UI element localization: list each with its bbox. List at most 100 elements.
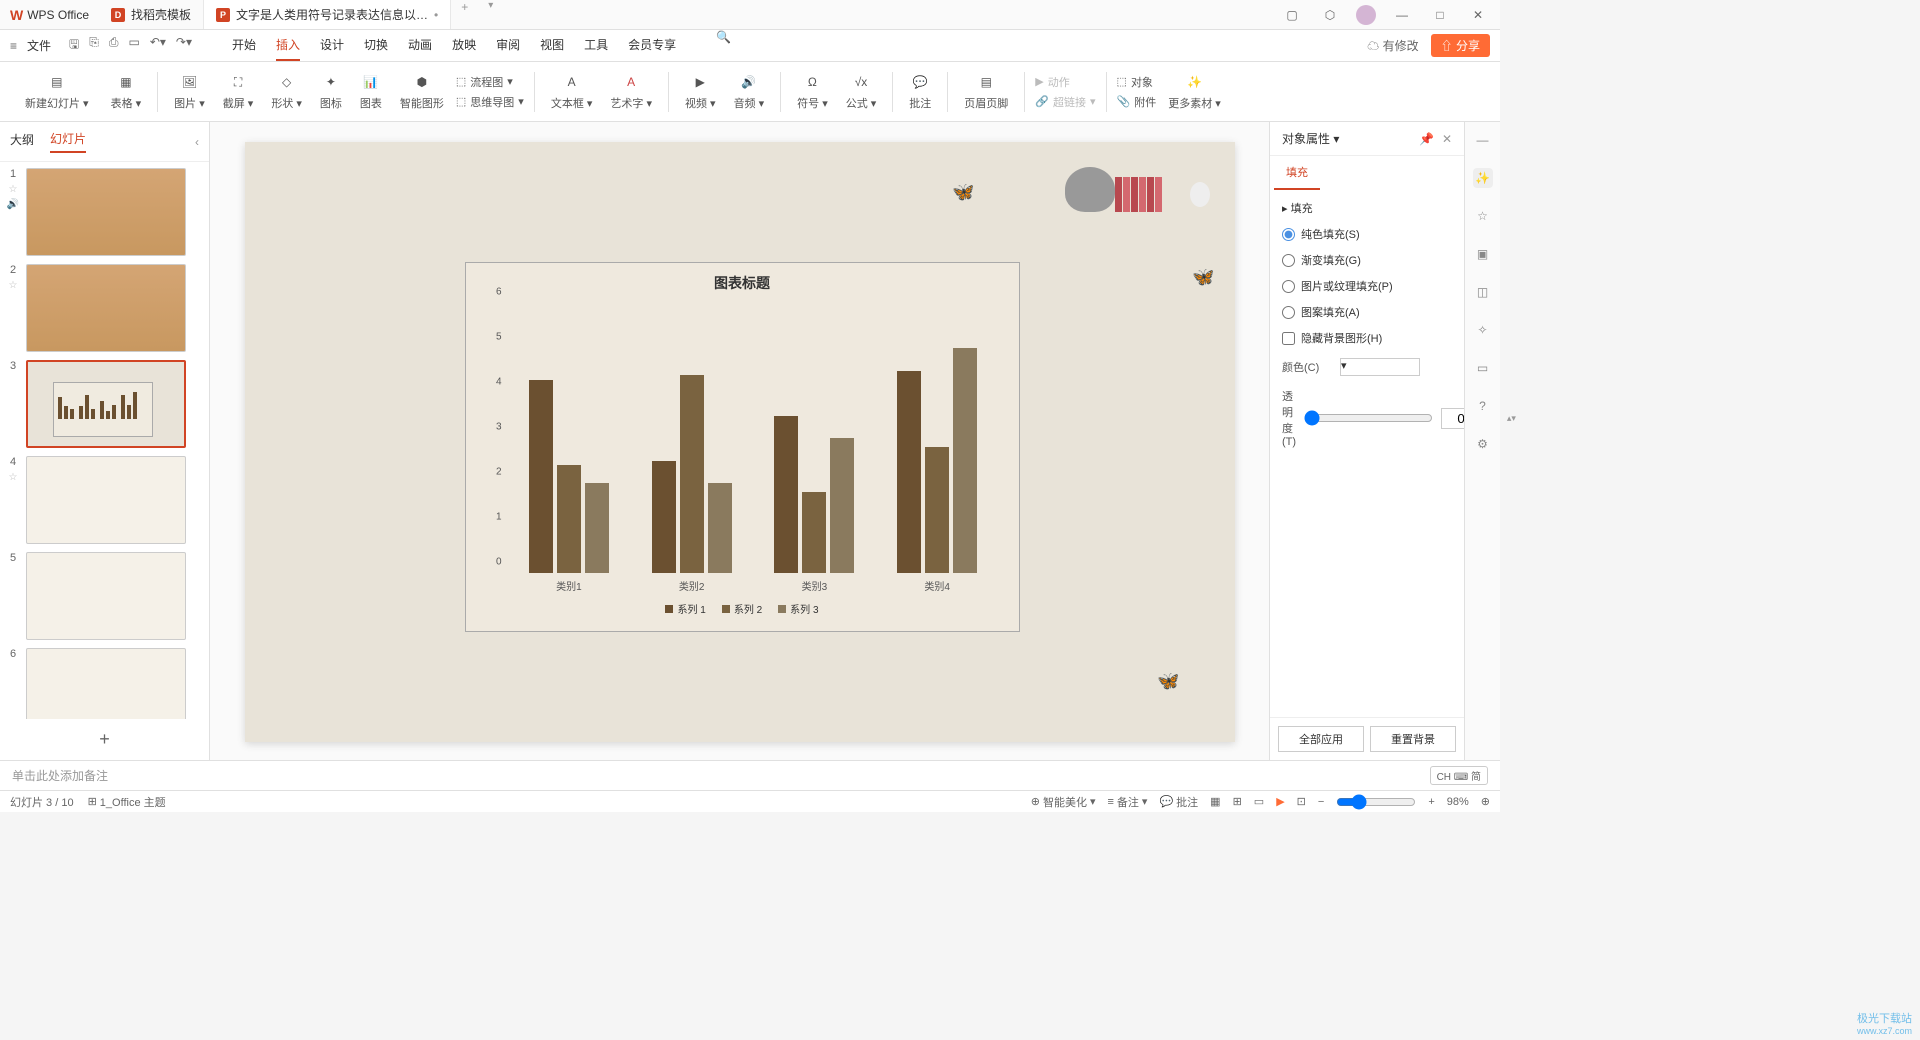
sidebar-settings-icon[interactable]: ⚙	[1473, 434, 1493, 454]
slide-canvas[interactable]: 🦋 🦋 🦋 图表标题 0123456	[245, 142, 1235, 742]
menu-tab-tools[interactable]: 工具	[584, 30, 608, 61]
status-comments[interactable]: 💬 批注	[1159, 794, 1198, 810]
cloud-status[interactable]: ☁ 有修改	[1367, 37, 1418, 54]
ribbon-symbol[interactable]: Ω 符号 ▾	[791, 72, 834, 111]
ribbon-picture[interactable]: 🖼 图片 ▾	[168, 72, 211, 111]
view-normal-icon[interactable]: ▦	[1210, 795, 1220, 808]
minimize-button[interactable]: ―	[1390, 3, 1414, 27]
slide-thumb[interactable]	[26, 360, 186, 448]
slide-thumb[interactable]	[26, 552, 186, 640]
menu-tab-animation[interactable]: 动画	[408, 30, 432, 61]
menu-tab-vip[interactable]: 会员专享	[628, 30, 676, 61]
menu-tab-transition[interactable]: 切换	[364, 30, 388, 61]
slide-item-5[interactable]: 5	[6, 552, 203, 640]
apply-all-button[interactable]: 全部应用	[1278, 726, 1364, 752]
status-notes[interactable]: ≡ 备注 ▾	[1108, 794, 1148, 810]
radio-gradient-fill[interactable]: 渐变填充(G)	[1282, 252, 1452, 268]
ribbon-more[interactable]: ✨ 更多素材 ▾	[1162, 72, 1227, 111]
slide-panel-collapse[interactable]: ‹	[195, 135, 199, 149]
zoom-value[interactable]: 98%	[1447, 796, 1469, 808]
ribbon-header-footer[interactable]: ▤ 页眉页脚	[958, 72, 1014, 111]
opacity-slider[interactable]	[1304, 410, 1433, 426]
slide-tab-outline[interactable]: 大纲	[10, 131, 34, 152]
zoom-slider[interactable]	[1336, 794, 1416, 810]
tab-templates[interactable]: D 找稻壳模板	[99, 0, 204, 29]
menu-tab-insert[interactable]: 插入	[276, 30, 300, 61]
view-sorter-icon[interactable]: ⊞	[1233, 795, 1242, 808]
close-icon[interactable]: ✕	[1442, 132, 1452, 146]
undo-icon[interactable]: ↶▾	[150, 35, 166, 56]
notes-bar[interactable]: 单击此处添加备注 CH ⌨ 简	[0, 760, 1500, 790]
ribbon-textbox[interactable]: A 文本框 ▾	[545, 72, 599, 111]
zoom-fit-button[interactable]: ⊕	[1481, 795, 1490, 808]
slide-thumb[interactable]	[26, 264, 186, 352]
slide-item-3[interactable]: 3	[6, 360, 203, 448]
save-icon[interactable]: 🖫	[69, 35, 79, 56]
zoom-in-icon[interactable]: +	[1428, 796, 1434, 808]
slide-item-1[interactable]: 1☆🔊	[6, 168, 203, 256]
slide-item-2[interactable]: 2☆	[6, 264, 203, 352]
ribbon-audio[interactable]: 🔊 音频 ▾	[728, 72, 771, 111]
preview-icon[interactable]: ▭	[128, 35, 139, 56]
sidebar-help-icon[interactable]: ?	[1473, 396, 1493, 416]
radio-picture-fill[interactable]: 图片或纹理填充(P)	[1282, 278, 1452, 294]
sidebar-effect-icon[interactable]: ✧	[1473, 320, 1493, 340]
reset-bg-button[interactable]: 重置背景	[1370, 726, 1456, 752]
sidebar-theme-icon[interactable]: ◫	[1473, 282, 1493, 302]
radio-solid-fill[interactable]: 纯色填充(S)	[1282, 226, 1452, 242]
ribbon-mindmap[interactable]: ⬚ 思维导图 ▾	[456, 94, 524, 110]
app-icon-2[interactable]: ⬡	[1318, 3, 1342, 27]
print-icon[interactable]: ⎙	[109, 35, 119, 56]
menu-tab-design[interactable]: 设计	[320, 30, 344, 61]
view-reading-icon[interactable]: ▭	[1254, 795, 1264, 808]
zoom-out-icon[interactable]: −	[1318, 796, 1324, 808]
ribbon-equation[interactable]: √x 公式 ▾	[840, 72, 883, 111]
pin-icon[interactable]: 📌	[1419, 132, 1434, 146]
avatar[interactable]	[1356, 5, 1376, 25]
slide-thumb[interactable]	[26, 648, 186, 719]
sidebar-minimize-icon[interactable]: ―	[1473, 130, 1493, 150]
ime-indicator[interactable]: CH ⌨ 简	[1430, 766, 1488, 785]
ribbon-comment[interactable]: 💬 批注	[903, 72, 937, 111]
radio-pattern-fill[interactable]: 图案填充(A)	[1282, 304, 1452, 320]
app-icon-1[interactable]: ▢	[1280, 3, 1304, 27]
stepper-icon[interactable]: ▴▾	[1507, 413, 1516, 424]
ribbon-smartart[interactable]: ⬢ 智能图形	[394, 72, 450, 111]
slide-item-4[interactable]: 4☆	[6, 456, 203, 544]
slide-item-6[interactable]: 6	[6, 648, 203, 719]
menu-tab-start[interactable]: 开始	[232, 30, 256, 61]
ribbon-wordart[interactable]: A 艺术字 ▾	[604, 72, 658, 111]
menu-hamburger-icon[interactable]: ≡	[10, 39, 17, 53]
tab-menu[interactable]: ▾	[478, 0, 503, 29]
status-theme[interactable]: ⊞ 1_Office 主题	[88, 794, 166, 810]
canvas-scroll[interactable]: 🦋 🦋 🦋 图表标题 0123456	[210, 122, 1269, 760]
zoom-fit-icon[interactable]: ⊡	[1297, 795, 1306, 808]
ribbon-new-slide[interactable]: ▤ 新建幻灯片 ▾	[15, 72, 99, 111]
props-section-toggle[interactable]: ▸ 填充	[1282, 200, 1452, 216]
status-smart-beauty[interactable]: ⊕ 智能美化 ▾	[1031, 794, 1096, 810]
ribbon-shapes[interactable]: ◇ 形状 ▾	[265, 72, 308, 111]
search-icon[interactable]: 🔍	[716, 30, 731, 61]
close-button[interactable]: ✕	[1466, 3, 1490, 27]
share-button[interactable]: ⇧ 分享	[1431, 34, 1490, 57]
tab-document[interactable]: P 文字是人类用符号记录表达信息以… •	[204, 0, 451, 29]
slide-thumb[interactable]	[26, 456, 186, 544]
menu-tab-slideshow[interactable]: 放映	[452, 30, 476, 61]
chart-title[interactable]: 图表标题	[466, 263, 1019, 303]
ribbon-flowchart[interactable]: ⬚ 流程图 ▾	[456, 74, 524, 90]
export-icon[interactable]: ⎘	[89, 35, 99, 56]
ribbon-attachment[interactable]: 📎 附件	[1117, 94, 1157, 110]
maximize-button[interactable]: □	[1428, 3, 1452, 27]
ribbon-video[interactable]: ▶ 视频 ▾	[679, 72, 722, 111]
ribbon-table[interactable]: ▦ 表格 ▾	[105, 72, 148, 111]
sidebar-ai-icon[interactable]: ✨	[1473, 168, 1493, 188]
tab-add[interactable]: +	[451, 0, 478, 29]
view-slideshow-icon[interactable]: ▶	[1276, 795, 1284, 808]
menu-tab-review[interactable]: 审阅	[496, 30, 520, 61]
redo-icon[interactable]: ↷▾	[176, 35, 192, 56]
slide-thumb[interactable]	[26, 168, 186, 256]
color-swatch[interactable]: ▾	[1340, 358, 1420, 376]
props-tab-fill[interactable]: 填充	[1274, 156, 1320, 190]
sidebar-image-icon[interactable]: ▭	[1473, 358, 1493, 378]
slide-add-button[interactable]: +	[0, 719, 209, 760]
